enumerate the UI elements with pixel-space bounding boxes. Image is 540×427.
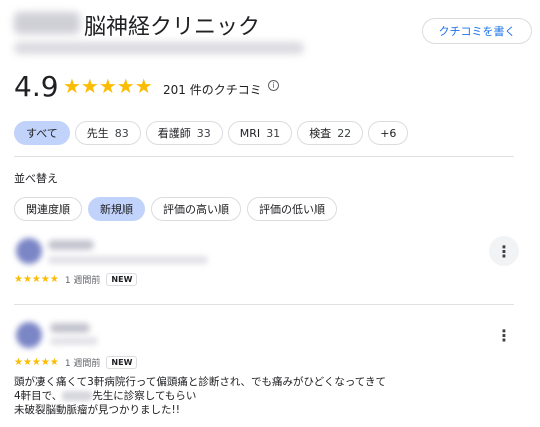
review-meta: ★★★★★ 1 週間前 NEW bbox=[14, 273, 138, 286]
sort-lowest[interactable]: 評価の低い順 bbox=[247, 197, 337, 221]
info-icon[interactable]: i bbox=[268, 80, 279, 91]
sort-relevance[interactable]: 関連度順 bbox=[14, 197, 82, 221]
reviewer-meta-redacted bbox=[48, 256, 208, 264]
place-title: 脳神経クリニック bbox=[84, 15, 261, 40]
chip-all[interactable]: すべて bbox=[14, 121, 70, 145]
topic-chips: すべて 先生 83 看護師 33 MRI 31 検査 22 +6 bbox=[14, 121, 409, 145]
chip-label: すべて bbox=[26, 127, 58, 140]
review-more-button[interactable]: ⋮ bbox=[489, 320, 519, 350]
review-text-line: 4軒目で、 先生に診察してもらい bbox=[14, 389, 386, 403]
more-vert-icon: ⋮ bbox=[496, 325, 512, 345]
new-badge: NEW bbox=[106, 356, 138, 369]
divider bbox=[14, 156, 514, 157]
write-review-button[interactable]: クチコミを書く bbox=[422, 18, 532, 44]
chip-count: 83 bbox=[114, 126, 129, 140]
doctor-name-redacted bbox=[62, 391, 93, 401]
average-rating: 4.9 bbox=[14, 70, 59, 103]
more-vert-icon: ⋮ bbox=[496, 241, 512, 261]
chip-label: 先生 bbox=[86, 127, 109, 140]
chip-doctor[interactable]: 先生 83 bbox=[74, 121, 141, 145]
rating-stars: ★★★★★ bbox=[63, 74, 153, 98]
chip-label: MRI bbox=[239, 126, 261, 140]
chip-more[interactable]: +6 bbox=[368, 121, 409, 145]
chip-label: +6 bbox=[380, 126, 397, 140]
reviewer-name-redacted bbox=[48, 240, 94, 250]
address-redacted bbox=[14, 42, 304, 54]
place-name-redacted bbox=[14, 12, 80, 34]
reviewer-name-redacted bbox=[50, 323, 90, 333]
review-meta: ★★★★★ 1 週間前 NEW bbox=[14, 356, 138, 369]
chip-count: 22 bbox=[337, 126, 352, 140]
review-stars: ★★★★★ bbox=[14, 357, 59, 368]
chip-label: 検査 bbox=[309, 127, 332, 140]
review-text-part: 先生に診察してもらい bbox=[92, 390, 197, 402]
review-text-part: 4軒目で、 bbox=[14, 390, 63, 402]
sort-newest[interactable]: 新規順 bbox=[88, 197, 145, 221]
review-text-line: 未破裂脳動脈瘤が見つかりました!! bbox=[14, 404, 180, 416]
chip-count: 33 bbox=[196, 126, 211, 140]
review-time: 1 週間前 bbox=[64, 359, 101, 369]
sort-options: 関連度順 新規順 評価の高い順 評価の低い順 bbox=[14, 197, 337, 221]
divider bbox=[14, 304, 514, 305]
reviewer-meta-redacted bbox=[50, 337, 98, 345]
new-badge: NEW bbox=[106, 273, 138, 286]
chip-label: 看護師 bbox=[157, 127, 191, 140]
review-text-line: 頭が凄く痛くて3軒病院行って偏頭痛と診断され、でも痛みがひどくなってきて bbox=[14, 376, 386, 388]
review-time: 1 週間前 bbox=[64, 276, 101, 286]
reviewer-avatar[interactable] bbox=[16, 322, 42, 348]
sort-highest[interactable]: 評価の高い順 bbox=[151, 197, 241, 221]
review-more-button[interactable]: ⋮ bbox=[489, 236, 519, 266]
chip-exam[interactable]: 検査 22 bbox=[297, 121, 364, 145]
reviewer-avatar[interactable] bbox=[16, 238, 42, 264]
sort-label: 並べ替え bbox=[14, 172, 58, 185]
review-count[interactable]: 201 件のクチコミ bbox=[163, 81, 262, 98]
chip-count: 31 bbox=[266, 126, 281, 140]
review-text: 頭が凄く痛くて3軒病院行って偏頭痛と診断され、でも痛みがひどくなってきて 4軒目… bbox=[14, 375, 386, 417]
chip-nurse[interactable]: 看護師 33 bbox=[145, 121, 223, 145]
chip-mri[interactable]: MRI 31 bbox=[227, 121, 293, 145]
review-stars: ★★★★★ bbox=[14, 274, 59, 285]
